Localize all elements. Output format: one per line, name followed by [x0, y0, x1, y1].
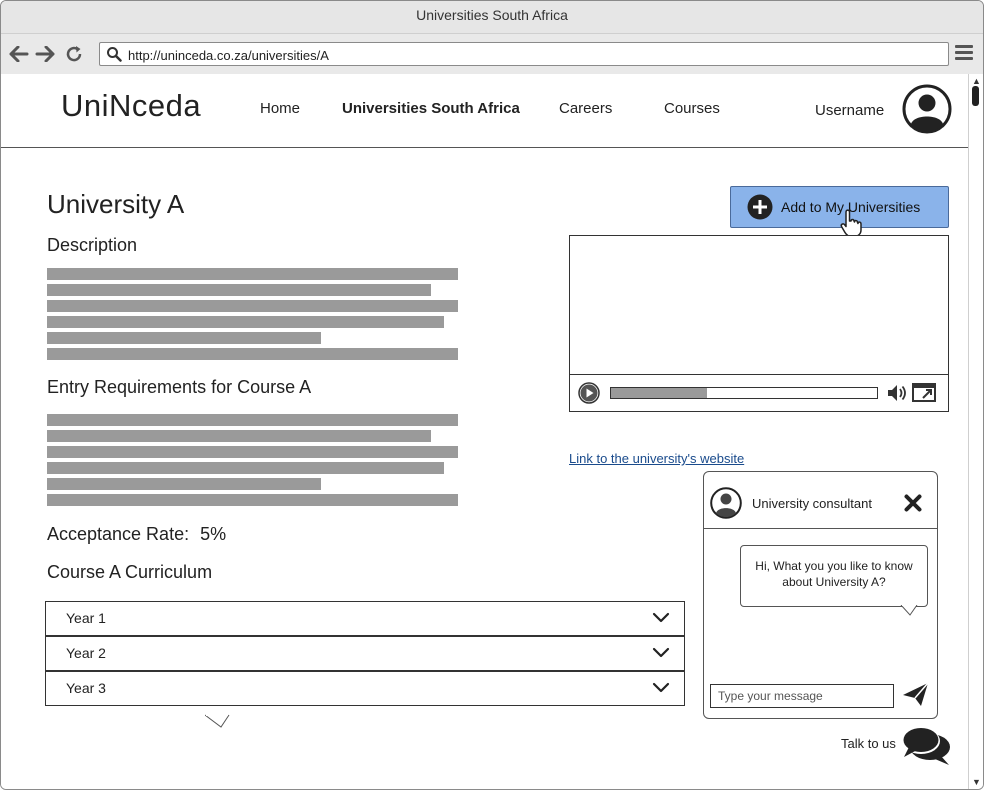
scrollbar-thumb[interactable]: [972, 86, 979, 106]
url-input[interactable]: [126, 45, 930, 65]
chat-message-input[interactable]: [716, 685, 890, 707]
video-player[interactable]: [569, 235, 949, 412]
description-text-line: [47, 332, 321, 344]
talk-to-us-label[interactable]: Talk to us: [841, 736, 896, 751]
video-controls: [570, 374, 948, 411]
reload-icon[interactable]: [64, 44, 84, 64]
nav-home[interactable]: Home: [260, 100, 300, 117]
accordion-label: Year 3: [66, 680, 106, 696]
bubble-tail: [900, 604, 920, 622]
scroll-up-icon[interactable]: ▲: [972, 76, 981, 86]
back-icon[interactable]: [9, 44, 29, 64]
description-text-line: [47, 316, 444, 328]
play-icon[interactable]: [578, 382, 600, 409]
forward-icon[interactable]: [35, 44, 55, 64]
browser-toolbar: [1, 34, 983, 75]
window-title: Universities South Africa: [1, 1, 983, 34]
description-text-line: [47, 268, 458, 280]
user-avatar-icon[interactable]: [902, 84, 952, 139]
volume-icon[interactable]: [886, 383, 908, 408]
acceptance-rate-label: Acceptance Rate:: [47, 524, 190, 544]
entry-requirements-heading: Entry Requirements for Course A: [47, 377, 312, 397]
page-viewport: UniNceda Home Universities South Africa …: [1, 74, 969, 789]
accordion-year-1[interactable]: Year 1: [45, 601, 685, 636]
vertical-scrollbar[interactable]: ▲ ▼: [968, 74, 983, 789]
chat-message-text: Hi, What you you like to know about Univ…: [755, 559, 913, 589]
chat-widget: University consultant Hi, What you you l…: [703, 471, 938, 719]
acceptance-rate: Acceptance Rate: 5%: [47, 524, 226, 545]
acceptance-rate-value: 5%: [200, 524, 227, 544]
nav-careers[interactable]: Careers: [559, 100, 612, 117]
chat-message-bubble: Hi, What you you like to know about Univ…: [740, 545, 928, 607]
chat-bubbles-icon[interactable]: [901, 725, 953, 772]
chat-message-field[interactable]: [710, 684, 894, 708]
requirements-text-line: [47, 446, 458, 458]
description-text-line: [47, 348, 458, 360]
scroll-down-icon[interactable]: ▼: [972, 777, 981, 787]
address-bar[interactable]: [99, 42, 949, 66]
chat-agent-name: University consultant: [752, 496, 872, 511]
description-text-line: [47, 284, 431, 296]
chevron-down-icon: [652, 681, 670, 699]
nav-universities[interactable]: Universities South Africa: [342, 100, 520, 117]
browser-window: Universities South Africa UniNceda Home …: [0, 0, 984, 790]
site-logo[interactable]: UniNceda: [61, 88, 201, 124]
video-progress-bar[interactable]: [610, 387, 878, 399]
description-heading: Description: [47, 235, 138, 255]
chevron-down-icon: [652, 611, 670, 629]
accordion-year-2[interactable]: Year 2: [45, 636, 685, 671]
hamburger-menu-icon[interactable]: [955, 45, 973, 63]
chat-header: University consultant: [704, 472, 937, 529]
plus-circle-icon: [747, 194, 773, 225]
requirements-text-line: [47, 414, 458, 426]
page-title: University A: [47, 189, 185, 219]
chat-popover-tail: [204, 714, 231, 733]
university-website-link[interactable]: Link to the university's website: [569, 451, 744, 466]
accordion-year-3[interactable]: Year 3: [45, 671, 685, 706]
requirements-text-line: [47, 494, 458, 506]
username-label[interactable]: Username: [815, 102, 884, 119]
close-icon[interactable]: [904, 494, 922, 517]
fullscreen-icon[interactable]: [912, 382, 936, 407]
requirements-text-line: [47, 462, 444, 474]
site-header: UniNceda Home Universities South Africa …: [1, 74, 969, 148]
requirements-text-line: [47, 478, 321, 490]
video-progress-fill: [611, 388, 707, 398]
curriculum-heading: Course A Curriculum: [47, 562, 213, 582]
accordion-label: Year 1: [66, 610, 106, 626]
send-icon[interactable]: [902, 681, 930, 712]
requirements-text-line: [47, 430, 431, 442]
accordion-label: Year 2: [66, 645, 106, 661]
search-icon: [106, 46, 122, 67]
consultant-avatar-icon: [710, 487, 742, 524]
chevron-down-icon: [652, 646, 670, 664]
description-text-line: [47, 300, 458, 312]
nav-courses[interactable]: Courses: [664, 100, 720, 117]
